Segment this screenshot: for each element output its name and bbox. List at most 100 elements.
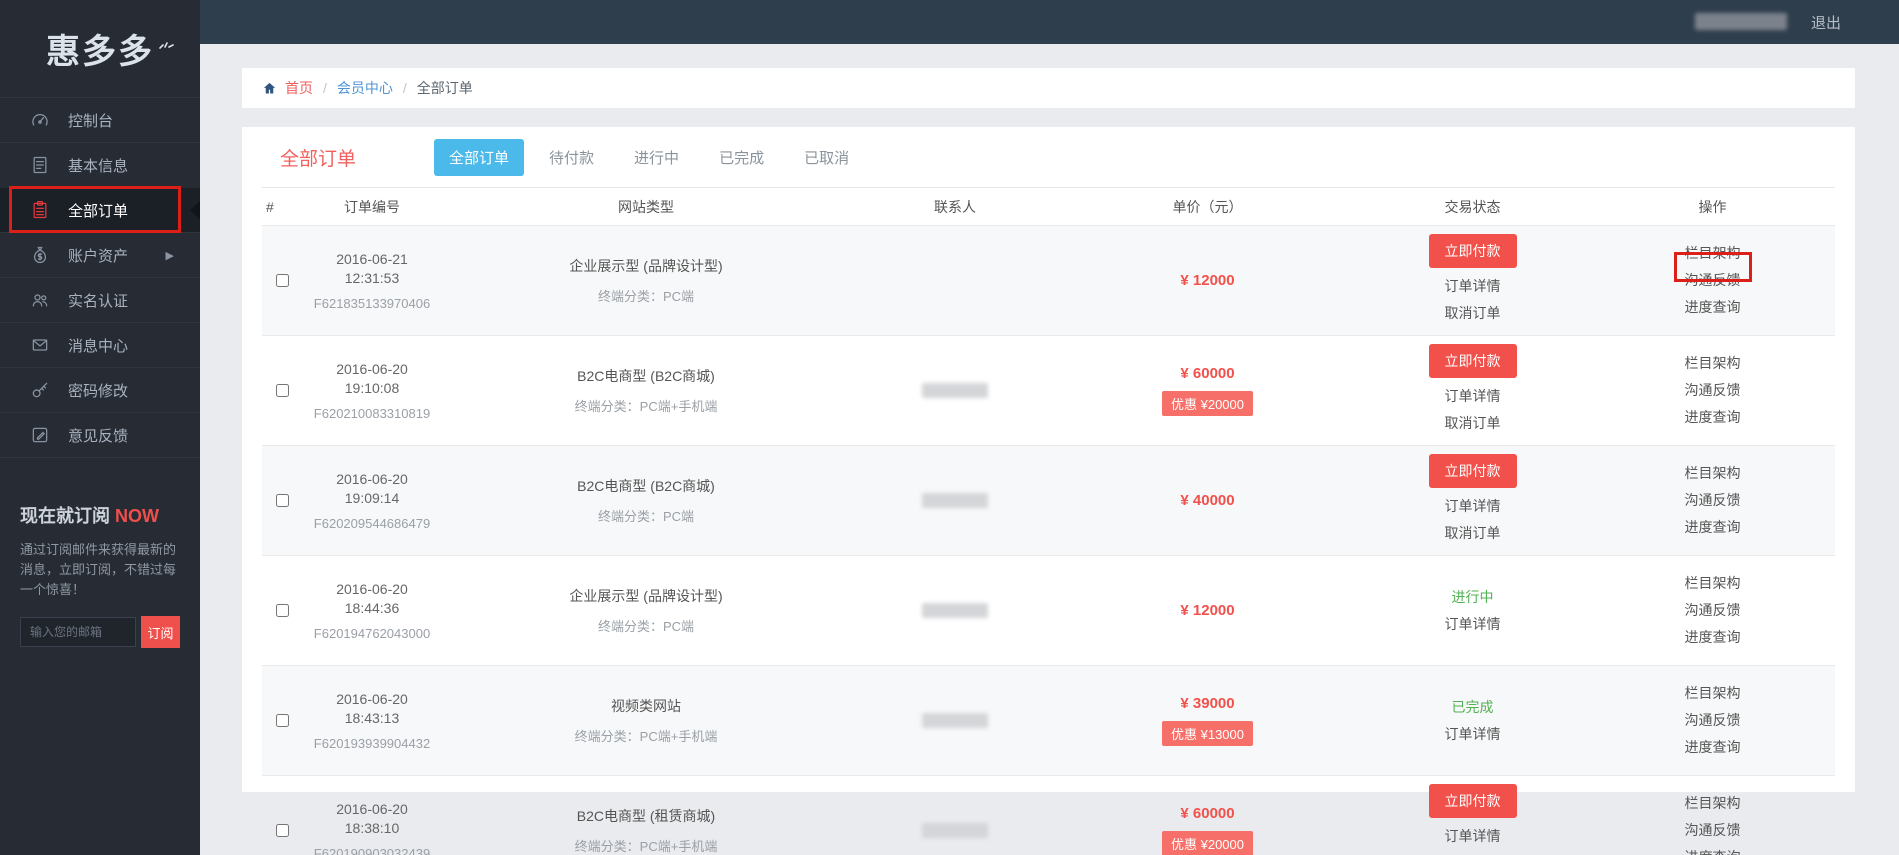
breadcrumb-member-center[interactable]: 会员中心 — [337, 78, 393, 98]
column-header: 单价（元） — [1172, 198, 1243, 215]
subscribe-button[interactable]: 订阅 — [141, 616, 180, 648]
tab-cancelled[interactable]: 已取消 — [789, 139, 864, 176]
order-time: 18:43:13 — [344, 710, 400, 726]
status-link[interactable]: 取消订单 — [1445, 300, 1501, 327]
row-checkbox[interactable] — [275, 494, 289, 507]
topbar: 退出 — [200, 0, 1899, 44]
contact-redacted — [922, 713, 988, 728]
action-link[interactable]: 栏目架构 — [1685, 790, 1741, 817]
tab-done[interactable]: 已完成 — [704, 139, 779, 176]
row-checkbox[interactable] — [275, 714, 289, 727]
status-link[interactable]: 取消订单 — [1445, 410, 1501, 437]
order-date: 2016-06-20 — [336, 361, 408, 377]
breadcrumb-separator: / — [402, 80, 407, 96]
status-link[interactable]: 订单详情 — [1445, 823, 1501, 850]
status-links: 订单详情 — [1445, 611, 1501, 638]
action-link[interactable]: 进度查询 — [1685, 734, 1741, 761]
email-input[interactable] — [20, 617, 136, 647]
site-type: B2C电商型 (B2C商城) — [577, 368, 715, 384]
row-checkbox[interactable] — [275, 274, 289, 287]
action-link[interactable]: 沟通反馈 — [1685, 487, 1741, 514]
status-link[interactable]: 取消订单 — [1445, 850, 1501, 855]
document-icon — [30, 155, 50, 175]
action-link[interactable]: 进度查询 — [1685, 844, 1741, 855]
tab-all[interactable]: 全部订单 — [434, 138, 525, 176]
action-link[interactable]: 沟通反馈 — [1685, 377, 1741, 404]
status-link[interactable]: 订单详情 — [1445, 493, 1501, 520]
main-content: 首页 / 会员中心 / 全部订单 全部订单 全部订单 待付款 进行中 已完成 已取消 #… — [200, 44, 1899, 855]
price: ¥ 12000 — [1180, 272, 1235, 289]
action-link[interactable]: 沟通反馈 — [1685, 817, 1741, 844]
username-redacted — [1695, 13, 1787, 30]
status-link[interactable]: 订单详情 — [1445, 273, 1501, 300]
action-link[interactable]: 沟通反馈 — [1685, 597, 1741, 624]
contact-redacted — [922, 383, 988, 398]
order-number: F621835133970406 — [313, 296, 431, 311]
sidebar-item-basic-info[interactable]: 基本信息 — [0, 142, 200, 187]
tab-unpaid[interactable]: 待付款 — [534, 139, 609, 176]
status-link[interactable]: 取消订单 — [1445, 520, 1501, 547]
sidebar-menu: 控制台 基本信息 全部订单 账户资产 ▶ 实名认证 消息中心 密码修改 意见反馈 — [0, 97, 200, 458]
sidebar-item-assets[interactable]: 账户资产 ▶ — [0, 232, 200, 277]
site-type: 企业展示型 (品牌设计型) — [569, 588, 723, 604]
status-link[interactable]: 订单详情 — [1445, 611, 1501, 638]
tab-ongoing[interactable]: 进行中 — [619, 139, 694, 176]
terminal-type: 终端分类：PC端+手机端 — [574, 839, 718, 854]
sidebar-item-messages[interactable]: 消息中心 — [0, 322, 200, 367]
mail-icon — [30, 335, 50, 355]
action-link[interactable]: 沟通反馈 — [1685, 707, 1741, 734]
sidebar-item-all-orders[interactable]: 全部订单 — [0, 187, 200, 232]
subscribe-section: 现在就订阅 NOW 通过订阅邮件来获得最新的消息，立即订阅，不错过每一个惊喜！ … — [0, 458, 200, 648]
row-checkbox[interactable] — [275, 604, 289, 617]
orders-panel: 全部订单 全部订单 待付款 进行中 已完成 已取消 # 订单编号 网站类型 联系人 单价（元）交… — [242, 127, 1855, 855]
sidebar-item-label: 意见反馈 — [68, 427, 129, 445]
pay-now-button[interactable]: 立即付款 — [1428, 344, 1517, 378]
sidebar-item-verify[interactable]: 实名认证 — [0, 277, 200, 322]
action-links: 栏目架构沟通反馈进度查询 — [1685, 240, 1741, 321]
order-time: 18:44:36 — [344, 600, 400, 616]
pay-now-button[interactable]: 立即付款 — [1428, 454, 1517, 488]
sidebar-item-feedback[interactable]: 意见反馈 — [0, 412, 200, 457]
pay-now-button[interactable]: 立即付款 — [1428, 234, 1517, 268]
status-links: 订单详情取消订单 — [1445, 383, 1501, 437]
sidebar-item-label: 控制台 — [68, 112, 114, 130]
action-link[interactable]: 栏目架构 — [1685, 570, 1741, 597]
sidebar-item-password[interactable]: 密码修改 — [0, 367, 200, 412]
action-link[interactable]: 栏目架构 — [1685, 350, 1741, 377]
action-link[interactable]: 进度查询 — [1685, 294, 1741, 321]
breadcrumb-home[interactable]: 首页 — [285, 78, 313, 98]
action-links: 栏目架构沟通反馈进度查询 — [1685, 570, 1741, 651]
action-link[interactable]: 进度查询 — [1685, 514, 1741, 541]
orders-table: # 订单编号 网站类型 联系人 单价（元） 交易状态 操作 2016-06-21 12:31… — [262, 188, 1835, 855]
table-row: 2016-06-20 18:44:36 F620194762043000 企业展… — [262, 555, 1835, 665]
table-row: 2016-06-20 18:43:13 F620193939904432 视频类… — [262, 665, 1835, 775]
gauge-icon — [30, 110, 50, 130]
status-badge: 进行中 — [1451, 588, 1494, 605]
action-link[interactable]: 栏目架构 — [1685, 680, 1741, 707]
action-link[interactable]: 进度查询 — [1685, 624, 1741, 651]
breadcrumb-separator: / — [323, 80, 327, 96]
action-link[interactable]: 栏目架构 — [1685, 460, 1741, 487]
row-checkbox[interactable] — [275, 384, 289, 397]
sidebar-item-console[interactable]: 控制台 — [0, 97, 200, 142]
site-type: 视频类网站 — [611, 698, 681, 714]
action-link[interactable]: 栏目架构 — [1685, 240, 1741, 267]
site-type: 企业展示型 (品牌设计型) — [569, 258, 723, 274]
logout-link[interactable]: 退出 — [1811, 12, 1841, 33]
site-type: B2C电商型 (B2C商城) — [577, 478, 715, 494]
action-link[interactable]: 进度查询 — [1685, 404, 1741, 431]
row-checkbox[interactable] — [275, 824, 289, 837]
breadcrumb: 首页 / 会员中心 / 全部订单 — [242, 68, 1855, 108]
action-link[interactable]: 沟通反馈 — [1685, 267, 1741, 294]
column-header: 联系人 — [934, 198, 976, 215]
pay-now-button[interactable]: 立即付款 — [1428, 784, 1517, 818]
status-link[interactable]: 订单详情 — [1445, 383, 1501, 410]
status-links: 订单详情取消订单 — [1445, 823, 1501, 855]
status-link[interactable]: 订单详情 — [1445, 721, 1501, 748]
status-badge: 已完成 — [1451, 698, 1494, 715]
home-icon — [262, 81, 277, 96]
action-links: 栏目架构沟通反馈进度查询 — [1685, 680, 1741, 761]
sidebar-item-label: 账户资产 — [68, 247, 129, 265]
app-logo: 惠多多 — [0, 0, 200, 97]
terminal-type: 终端分类：PC端 — [597, 289, 695, 304]
